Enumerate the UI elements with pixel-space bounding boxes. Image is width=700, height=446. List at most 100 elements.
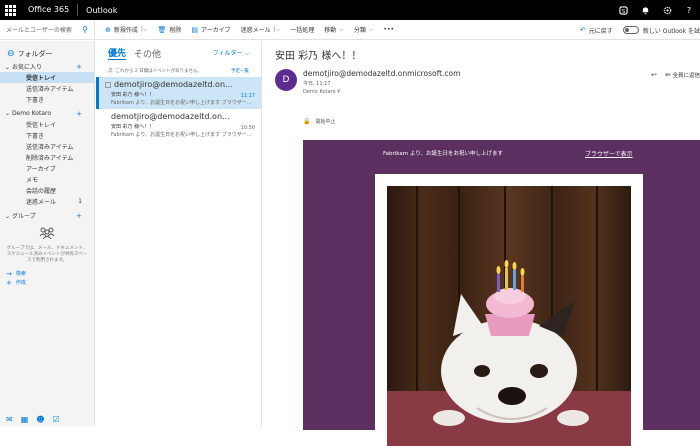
plus-icon: +: [6, 278, 12, 287]
folder-sent[interactable]: 送信済みアイテム: [0, 141, 94, 152]
more-button[interactable]: •••: [383, 26, 394, 33]
calendar-icon[interactable]: ▦: [21, 415, 29, 424]
new-outlook-toggle[interactable]: [622, 26, 639, 34]
chevron-down-icon: ⌄: [5, 213, 12, 220]
help-icon[interactable]: ?: [678, 0, 700, 20]
unread-count: 1: [78, 198, 82, 205]
reply-icon[interactable]: ↩: [651, 71, 657, 79]
search-input[interactable]: メールとユーザーの検索: [6, 25, 72, 34]
module-switcher: ✉ ▦ ☻ ☑: [0, 412, 95, 426]
list-item[interactable]: demotjiro@demodazeltd.on... 安田 彩乃 様へ！！ F…: [96, 109, 261, 141]
favorites-group[interactable]: ⌄ お気に入り +: [0, 61, 94, 72]
chevron-down-icon[interactable]: |⌵: [274, 26, 281, 34]
toolbar-commands: ⊕ 新規作成 |⌵ 🗑 削除 ▤ アーカイブ 迷惑メール |⌵ 一括処理 移動 ⌵ 分類 ⌵ …: [95, 25, 404, 35]
chevron-down-icon: ⌄: [5, 110, 12, 117]
view-in-browser-link[interactable]: ブラウザーで表示: [585, 149, 633, 158]
folder-favorite-sent[interactable]: 送信済みアイテム: [0, 83, 94, 94]
inbox-tabs: 優先 その他 フィルター ⌵: [96, 41, 261, 65]
tab-focused[interactable]: 優先: [108, 46, 127, 60]
folders-header[interactable]: ⊖ フォルダー: [0, 41, 94, 61]
bell-icon[interactable]: [634, 0, 656, 20]
agenda-link[interactable]: 予定一覧: [231, 68, 249, 74]
plus-icon: ⊕: [105, 25, 111, 34]
filter-button[interactable]: フィルター ⌵: [213, 48, 249, 58]
chevron-down-icon: ⌵: [244, 50, 249, 57]
sender-block: D demotjiro@demodazeltd.onmicrosoft.com …: [263, 69, 700, 105]
reply-all-icon: ⇚: [664, 71, 671, 79]
add-icon[interactable]: +: [76, 212, 82, 220]
content-block-bar: 🔒 開始中止: [263, 113, 700, 129]
add-icon[interactable]: +: [76, 63, 82, 71]
folder-drafts[interactable]: 下書き: [0, 130, 94, 141]
trash-icon: 🗑: [157, 25, 167, 34]
people-icon: [39, 227, 55, 242]
sender-address[interactable]: demotjiro@demodazeltd.onmicrosoft.com: [303, 69, 460, 78]
avatar[interactable]: D: [275, 69, 297, 91]
birthday-dog-image: [387, 186, 631, 446]
tab-other[interactable]: その他: [134, 47, 161, 60]
folder-notes[interactable]: メモ: [0, 174, 94, 185]
groups-search-link[interactable]: → 検索: [0, 269, 94, 278]
undo-button[interactable]: ↶ 元に戻す: [580, 26, 613, 35]
folder-deleted[interactable]: 削除済みアイテム: [0, 152, 94, 163]
photo-frame: [375, 174, 643, 446]
select-checkbox[interactable]: [105, 81, 111, 88]
lock-icon: 🔒: [303, 117, 311, 125]
categorize-button[interactable]: 分類 ⌵: [354, 25, 374, 35]
mail-icon[interactable]: ✉: [6, 415, 13, 424]
new-outlook-label: 新しい Outlook を試: [642, 27, 700, 35]
groups-empty-state: グループでは、メール、ドキュメント、スケジュール済みイベントが共有スペースで利用…: [0, 221, 94, 264]
reply-all-button[interactable]: ⇚ 全員に返信: [665, 71, 700, 79]
groups-create-link[interactable]: + 作成: [0, 278, 94, 287]
archive-button[interactable]: ▤ アーカイブ: [191, 25, 230, 35]
skype-icon[interactable]: S: [612, 0, 634, 20]
groups-header[interactable]: ⌄ グループ +: [0, 210, 94, 221]
folder-favorite-drafts[interactable]: 下書き: [0, 94, 94, 105]
tasks-icon[interactable]: ☑: [53, 415, 60, 424]
chevron-down-icon: ⌄: [5, 64, 12, 71]
search-box[interactable]: メールとユーザーの検索 ⚲: [0, 19, 95, 40]
groups-description: グループでは、メール、ドキュメント、スケジュール済みイベントが共有スペースで利用…: [6, 246, 88, 263]
folder-archive[interactable]: アーカイブ: [0, 163, 94, 174]
back-arrow-icon[interactable]: ⊖: [7, 49, 15, 59]
gear-icon[interactable]: [656, 0, 678, 20]
undo-icon: ↶: [579, 26, 586, 34]
arrow-right-icon: →: [6, 269, 12, 278]
block-toggle[interactable]: 開始中止: [315, 118, 335, 125]
folder-conversation-history[interactable]: 会話の履歴: [0, 185, 94, 196]
recipient[interactable]: Demo Kotaro ¥: [303, 89, 460, 95]
move-button[interactable]: 移動 ⌵: [324, 25, 344, 35]
message-list: 優先 その他 フィルター ⌵ 次: これから 2 日間はイベントがありません。 …: [96, 41, 262, 426]
message-time: 10:50: [240, 125, 255, 131]
command-bar: メールとユーザーの検索 ⚲ ⊕ 新規作成 |⌵ 🗑 削除 ▤ アーカイブ 迷惑メール |⌵…: [0, 19, 700, 40]
list-item[interactable]: demotjiro@demodazeltd.on... 安田 彩乃 様へ！！ F…: [96, 77, 261, 109]
app-launcher-icon[interactable]: [0, 0, 20, 20]
folder-pane: ⊖ フォルダー ⌄ お気に入り + 受信トレイ 送信済みアイテム 下書き ⌄ D…: [0, 41, 95, 426]
add-icon[interactable]: +: [76, 110, 82, 118]
header-actions: S ?: [612, 0, 700, 20]
message-subject: 安田 彩乃 様へ！！: [275, 51, 362, 62]
reading-pane: 安田 彩乃 様へ！！ D demotjiro@demodazeltd.onmic…: [263, 41, 700, 446]
message-actions: ↩ ⇚ 全員に返信: [651, 71, 700, 79]
agenda-info: 次: これから 2 日間はイベントがありません。 予定一覧: [108, 68, 249, 74]
message-date: 今日, 11:17: [303, 81, 331, 87]
account-group[interactable]: ⌄ Demo Kotaro +: [0, 108, 94, 119]
delete-button[interactable]: 🗑 削除: [157, 25, 181, 35]
chevron-down-icon[interactable]: |⌵: [141, 26, 148, 34]
svg-text:S: S: [621, 8, 625, 14]
folder-inbox[interactable]: 受信トレイ: [0, 119, 94, 130]
folder-favorite-inbox[interactable]: 受信トレイ: [0, 72, 94, 83]
email-body: Fabrikam より、お誕生日をお祝い申し上げます ブラウザーで表示: [303, 140, 700, 446]
sweep-button[interactable]: 一括処理: [290, 25, 314, 34]
archive-icon: ▤: [191, 25, 198, 34]
chevron-down-icon: ⌵: [339, 25, 344, 33]
junk-button[interactable]: 迷惑メール |⌵: [241, 25, 281, 35]
folder-junk[interactable]: 迷惑メール 1: [0, 196, 94, 207]
toolbar-right: ↶ 元に戻す 新しい Outlook を試: [580, 20, 700, 40]
app-header: Office 365 Outlook S ?: [0, 0, 700, 20]
people-icon[interactable]: ☻: [36, 415, 44, 424]
search-icon[interactable]: ⚲: [82, 25, 88, 34]
app-name: Outlook: [86, 5, 118, 15]
office-brand[interactable]: Office 365: [20, 4, 79, 16]
new-mail-button[interactable]: ⊕ 新規作成 |⌵: [105, 25, 148, 35]
